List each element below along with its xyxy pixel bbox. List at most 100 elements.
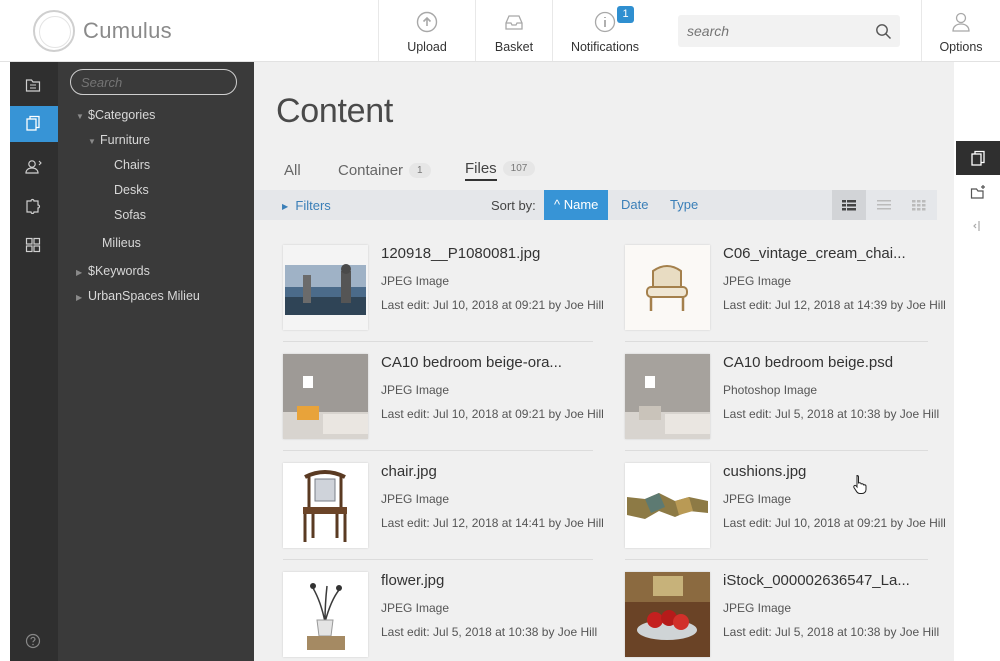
tree-node-label: $Keywords bbox=[88, 264, 150, 278]
list-detail-icon bbox=[842, 200, 856, 211]
file-last-edit: Last edit: Jul 12, 2018 at 14:39 by Joe … bbox=[723, 298, 946, 312]
tab-files[interactable]: Files 107 bbox=[465, 160, 536, 181]
file-card[interactable]: 120918__P1080081.jpg JPEG Image Last edi… bbox=[283, 245, 604, 354]
expand-arrow-icon[interactable]: ▶ bbox=[76, 268, 88, 277]
tree-node-sofas[interactable]: Sofas bbox=[114, 208, 146, 222]
file-card[interactable]: CA10 bedroom beige.psd Photoshop Image L… bbox=[625, 354, 939, 463]
app-window: Cumulus Upload Basket Notifications 1 Op… bbox=[0, 0, 1000, 661]
upload-button[interactable]: Upload bbox=[378, 0, 475, 61]
collapse-panel-button[interactable] bbox=[956, 209, 1000, 243]
collapse-icon bbox=[973, 221, 980, 231]
tab-container[interactable]: Container 1 bbox=[338, 162, 431, 179]
file-thumbnail[interactable] bbox=[625, 245, 710, 330]
file-last-edit: Last edit: Jul 10, 2018 at 09:21 by Joe … bbox=[723, 516, 946, 530]
search-input[interactable] bbox=[678, 15, 868, 47]
file-thumbnail[interactable] bbox=[625, 354, 710, 439]
rail-dashboard-button[interactable] bbox=[10, 228, 58, 264]
card-divider bbox=[283, 450, 593, 451]
user-icon bbox=[952, 12, 970, 32]
documents-icon bbox=[26, 115, 40, 131]
file-card[interactable]: C06_vintage_cream_chai... JPEG Image Las… bbox=[625, 245, 946, 354]
expand-arrow-icon: ▶ bbox=[282, 202, 289, 211]
tree-node-furniture[interactable]: ▼ Furniture bbox=[88, 133, 150, 147]
card-divider bbox=[625, 450, 928, 451]
file-type: JPEG Image bbox=[381, 274, 450, 288]
list-toolbar: ▶ Filters Sort by: ^ Name Date Type bbox=[254, 190, 937, 220]
help-icon bbox=[25, 633, 41, 649]
file-type: JPEG Image bbox=[723, 274, 792, 288]
tab-all[interactable]: All bbox=[284, 162, 301, 179]
tree-node-label: Milieus bbox=[102, 236, 141, 250]
view-list-button[interactable] bbox=[867, 190, 901, 220]
tree-node-urbanspaces[interactable]: ▶ UrbanSpaces Milieu bbox=[76, 289, 200, 303]
tree-node-categories[interactable]: ▼ $Categories bbox=[76, 108, 155, 122]
file-name[interactable]: flower.jpg bbox=[381, 572, 444, 589]
tree-node-milieus[interactable]: Milieus bbox=[102, 236, 141, 250]
sort-name-button[interactable]: ^ Name bbox=[544, 190, 609, 220]
rail-users-button[interactable] bbox=[10, 150, 58, 186]
filters-toggle[interactable]: ▶ Filters bbox=[282, 198, 331, 213]
file-card[interactable]: CA10 bedroom beige-ora... JPEG Image Las… bbox=[283, 354, 604, 463]
file-thumbnail[interactable] bbox=[283, 245, 368, 330]
file-card[interactable]: flower.jpg JPEG Image Last edit: Jul 5, … bbox=[283, 572, 597, 661]
file-name[interactable]: CA10 bedroom beige-ora... bbox=[381, 354, 562, 371]
rail-plugins-button[interactable] bbox=[10, 189, 58, 225]
options-button[interactable]: Options bbox=[921, 0, 1000, 61]
file-card[interactable]: chair.jpg JPEG Image Last edit: Jul 12, … bbox=[283, 463, 604, 572]
card-divider bbox=[625, 341, 928, 342]
tree-node-label: Sofas bbox=[114, 208, 146, 222]
file-thumbnail[interactable] bbox=[283, 354, 368, 439]
collapse-arrow-icon[interactable]: ▼ bbox=[88, 137, 100, 146]
card-divider bbox=[625, 559, 928, 560]
basket-button[interactable]: Basket bbox=[475, 0, 552, 61]
grid-icon bbox=[25, 237, 41, 253]
file-type: JPEG Image bbox=[381, 492, 450, 506]
right-action-rail bbox=[956, 141, 1000, 243]
tree-node-keywords[interactable]: ▶ $Keywords bbox=[76, 264, 150, 278]
basket-label: Basket bbox=[494, 40, 534, 54]
expand-arrow-icon[interactable]: ▶ bbox=[76, 293, 88, 302]
file-card[interactable]: cushions.jpg JPEG Image Last edit: Jul 1… bbox=[625, 463, 946, 572]
top-header: Cumulus Upload Basket Notifications 1 Op… bbox=[0, 0, 1000, 62]
tree-node-desks[interactable]: Desks bbox=[114, 183, 149, 197]
notification-count-badge: 1 bbox=[617, 6, 634, 23]
tree-node-label: Furniture bbox=[100, 133, 151, 147]
file-card[interactable]: iStock_000002636547_La... JPEG Image Las… bbox=[625, 572, 939, 661]
file-thumbnail[interactable] bbox=[625, 572, 710, 657]
file-thumbnail[interactable] bbox=[625, 463, 710, 548]
tab-label: Container bbox=[338, 162, 404, 179]
rail-help-button[interactable] bbox=[10, 624, 58, 660]
tree-node-label: UrbanSpaces Milieu bbox=[88, 289, 200, 303]
file-type: JPEG Image bbox=[381, 383, 450, 397]
new-folder-button[interactable] bbox=[956, 175, 1000, 209]
page-title: Content bbox=[276, 92, 393, 130]
collapse-arrow-icon[interactable]: ▼ bbox=[76, 112, 88, 121]
search-icon[interactable] bbox=[875, 23, 892, 40]
content-panel-button[interactable] bbox=[956, 141, 1000, 175]
cumulus-logo[interactable] bbox=[33, 10, 75, 52]
file-name[interactable]: 120918__P1080081.jpg bbox=[381, 245, 540, 262]
notifications-button[interactable]: Notifications bbox=[552, 0, 657, 61]
file-last-edit: Last edit: Jul 5, 2018 at 10:38 by Joe H… bbox=[723, 625, 940, 639]
new-folder-icon bbox=[970, 185, 985, 199]
tree-search-input[interactable] bbox=[70, 69, 237, 95]
view-list-detail-button[interactable] bbox=[832, 190, 866, 220]
rail-content-button[interactable] bbox=[10, 106, 58, 142]
file-name[interactable]: iStock_000002636547_La... bbox=[723, 572, 910, 589]
file-name[interactable]: C06_vintage_cream_chai... bbox=[723, 245, 906, 262]
tree-node-label: $Categories bbox=[88, 108, 156, 122]
file-thumbnail[interactable] bbox=[283, 572, 368, 657]
rail-folder-button[interactable] bbox=[10, 68, 58, 104]
file-last-edit: Last edit: Jul 10, 2018 at 09:21 by Joe … bbox=[381, 407, 604, 421]
file-thumbnail[interactable] bbox=[283, 463, 368, 548]
file-name[interactable]: chair.jpg bbox=[381, 463, 437, 480]
file-name[interactable]: cushions.jpg bbox=[723, 463, 806, 480]
sort-date-button[interactable]: Date bbox=[611, 190, 658, 220]
file-last-edit: Last edit: Jul 5, 2018 at 10:38 by Joe H… bbox=[381, 625, 598, 639]
sort-type-button[interactable]: Type bbox=[660, 190, 708, 220]
card-divider bbox=[283, 559, 593, 560]
tree-node-chairs[interactable]: Chairs bbox=[114, 158, 150, 172]
view-grid-button[interactable] bbox=[902, 190, 936, 220]
file-last-edit: Last edit: Jul 12, 2018 at 14:41 by Joe … bbox=[381, 516, 604, 530]
file-name[interactable]: CA10 bedroom beige.psd bbox=[723, 354, 893, 371]
